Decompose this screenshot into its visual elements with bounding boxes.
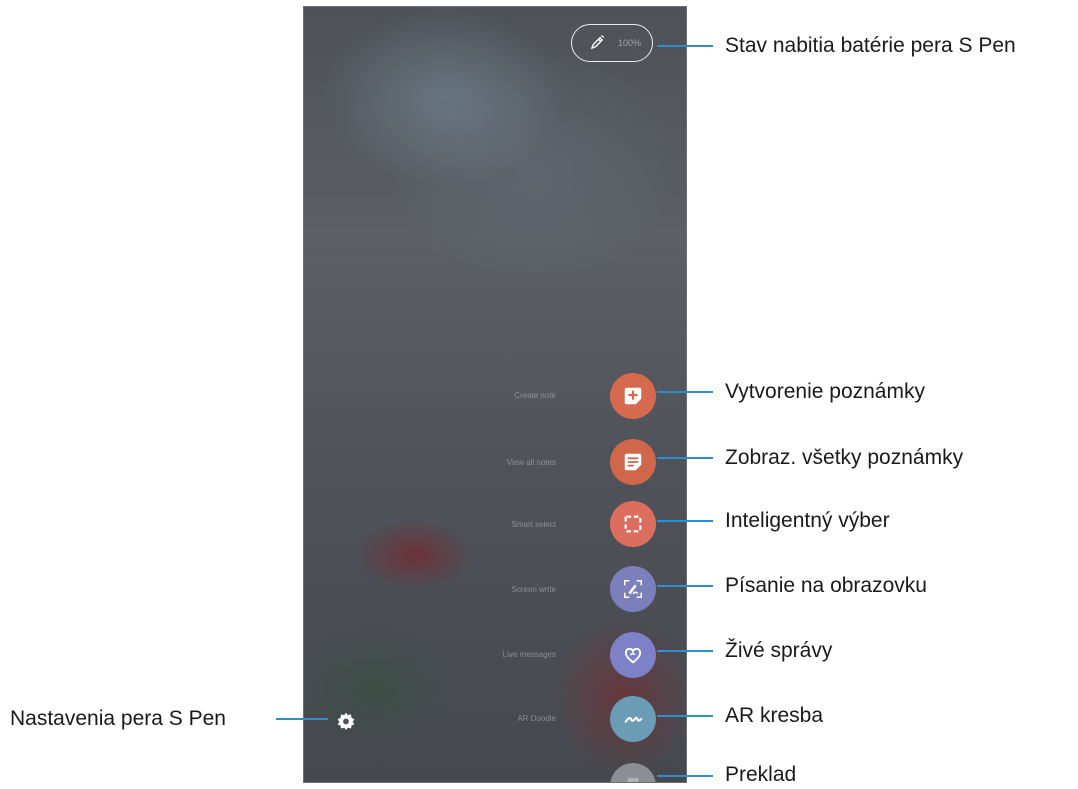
callout-settings: Nastavenia pera S Pen bbox=[10, 707, 226, 730]
callout-create-note: Vytvorenie poznámky bbox=[725, 380, 925, 403]
live-messages-button[interactable] bbox=[610, 632, 656, 678]
smart-select-button[interactable] bbox=[610, 501, 656, 547]
view-notes-icon bbox=[624, 453, 642, 471]
leader-settings bbox=[276, 718, 328, 720]
ar-doodle-icon bbox=[624, 716, 643, 723]
smart-select-icon bbox=[624, 515, 642, 533]
settings-button[interactable] bbox=[336, 711, 356, 731]
translate-icon bbox=[627, 777, 639, 782]
menu-label-create-note: Create note bbox=[514, 391, 556, 400]
leader-translate bbox=[657, 775, 713, 777]
callout-battery: Stav nabitia batérie pera S Pen bbox=[725, 34, 1016, 57]
callout-live-messages: Živé správy bbox=[725, 639, 833, 662]
heart-icon bbox=[624, 647, 642, 664]
ar-doodle-button[interactable] bbox=[610, 696, 656, 742]
phone-screen: 100% Create note View all notes Smart se… bbox=[303, 6, 687, 783]
leader-battery bbox=[657, 45, 713, 47]
translate-button[interactable] bbox=[610, 763, 656, 782]
menu-label-screen-write: Screen write bbox=[511, 585, 556, 594]
screen-write-button[interactable] bbox=[610, 566, 656, 612]
pen-icon bbox=[591, 35, 605, 49]
leader-smart-select bbox=[657, 520, 713, 522]
leader-screen-write bbox=[657, 585, 713, 587]
menu-label-live-messages: Live messages bbox=[502, 650, 556, 659]
callout-screen-write: Písanie na obrazovku bbox=[725, 574, 927, 597]
screen-write-icon bbox=[624, 580, 642, 598]
leader-view-notes bbox=[657, 457, 713, 459]
leader-live-messages bbox=[657, 650, 713, 652]
callout-translate: Preklad bbox=[725, 763, 797, 786]
create-note-icon bbox=[624, 387, 642, 405]
leader-ar-doodle bbox=[657, 715, 713, 717]
menu-label-ar-doodle: AR Doodle bbox=[517, 714, 556, 723]
leader-create-note bbox=[657, 391, 713, 393]
battery-indicator: 100% bbox=[571, 24, 653, 62]
create-note-button[interactable] bbox=[610, 373, 656, 419]
view-all-notes-button[interactable] bbox=[610, 439, 656, 485]
callout-view-notes: Zobraz. všetky poznámky bbox=[725, 446, 964, 469]
menu-label-view-all-notes: View all notes bbox=[506, 458, 556, 467]
callout-ar-doodle: AR kresba bbox=[725, 704, 824, 727]
gear-icon bbox=[337, 712, 355, 731]
callout-smart-select: Inteligentný výber bbox=[725, 509, 890, 532]
battery-level-text: 100% bbox=[618, 38, 642, 48]
menu-label-smart-select: Smart select bbox=[511, 520, 556, 529]
